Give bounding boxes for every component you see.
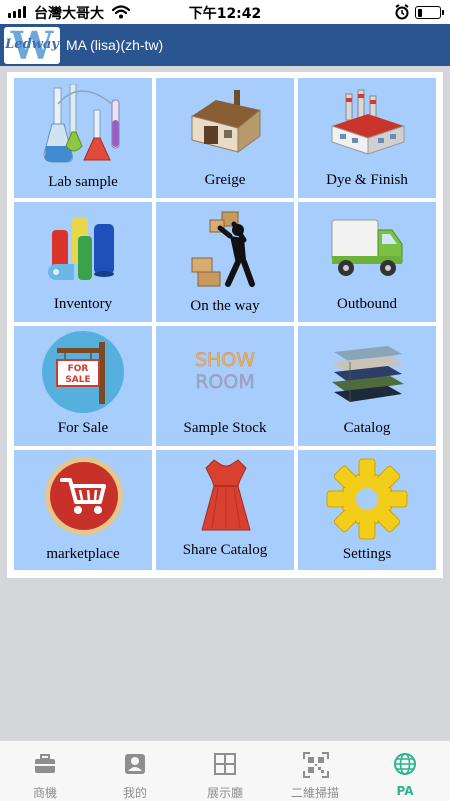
tile-label: For Sale bbox=[57, 420, 109, 436]
tile-settings[interactable]: Settings bbox=[298, 450, 436, 570]
tile-share-catalog[interactable]: Share Catalog bbox=[156, 450, 294, 570]
warehouse-icon bbox=[191, 90, 261, 153]
tile-label: On the way bbox=[190, 298, 260, 314]
tile-sample-stock[interactable]: SHOW ROOM Sample Stock bbox=[156, 326, 294, 446]
svg-text:SHOW: SHOW bbox=[195, 349, 255, 371]
tile-label: Catalog bbox=[343, 420, 391, 436]
tile-outbound[interactable]: Outbound bbox=[298, 202, 436, 322]
tile-marketplace[interactable]: marketplace bbox=[14, 450, 152, 570]
tile-label: Inventory bbox=[53, 296, 113, 312]
truck-icon bbox=[331, 219, 403, 276]
clock: 下午12:42 bbox=[188, 6, 262, 22]
profile-icon bbox=[125, 754, 145, 774]
briefcase-icon bbox=[35, 754, 55, 773]
tab-pa[interactable]: PA bbox=[360, 741, 450, 801]
tab-showroom[interactable]: 展示廳 bbox=[180, 741, 270, 801]
tile-label: Greige bbox=[204, 172, 246, 188]
gear-icon bbox=[326, 458, 408, 540]
tile-on-the-way[interactable]: On the way bbox=[156, 202, 294, 322]
svg-text:ROOM: ROOM bbox=[195, 371, 255, 393]
tab-label: 展示廳 bbox=[206, 786, 243, 800]
shopping-cart-icon bbox=[45, 457, 123, 535]
tab-label: 商機 bbox=[32, 786, 57, 800]
svg-text:FOR: FOR bbox=[68, 364, 89, 374]
tab-label: 我的 bbox=[122, 786, 147, 800]
app-header: MA (lisa)(zh-tw) bbox=[0, 24, 450, 66]
tile-label: Outbound bbox=[337, 296, 397, 312]
battery-icon bbox=[415, 6, 444, 19]
tab-label: 二維掃描 bbox=[290, 786, 339, 800]
tab-label: PA bbox=[396, 784, 414, 798]
tile-label: Lab sample bbox=[48, 174, 118, 190]
lab-flasks-icon bbox=[43, 84, 120, 163]
tile-lab-sample[interactable]: Lab sample bbox=[14, 78, 152, 198]
tile-label: Settings bbox=[342, 546, 392, 562]
tile-label: Dye & Finish bbox=[326, 172, 408, 188]
dress-icon bbox=[201, 459, 251, 531]
tile-greige[interactable]: Greige bbox=[156, 78, 294, 198]
qr-code-icon bbox=[303, 752, 329, 778]
account-title: MA (lisa)(zh-tw) bbox=[66, 37, 164, 53]
for-sale-sign-icon: FOR SALE bbox=[42, 331, 124, 413]
fabric-stack-icon bbox=[332, 346, 404, 402]
tab-qr-scan[interactable]: 二維掃描 bbox=[270, 741, 360, 801]
factory-icon bbox=[331, 89, 405, 155]
tile-catalog[interactable]: Catalog bbox=[298, 326, 436, 446]
showroom-icon: SHOW ROOM bbox=[195, 349, 256, 393]
bottom-tab-bar: 商機 我的 展示廳 二維掃描 PA bbox=[0, 740, 450, 801]
tile-label: marketplace bbox=[46, 546, 120, 562]
menu-grid: Lab sample Greige Dye & Finish Inventory… bbox=[14, 78, 436, 570]
tile-dye-finish[interactable]: Dye & Finish bbox=[298, 78, 436, 198]
tile-label: Share Catalog bbox=[182, 542, 268, 558]
tile-for-sale[interactable]: FOR SALE For Sale bbox=[14, 326, 152, 446]
menu-panel: Lab sample Greige Dye & Finish Inventory… bbox=[7, 72, 443, 578]
ledway-logo: W Ledway bbox=[4, 27, 60, 64]
grid-icon bbox=[214, 753, 236, 775]
svg-text:SALE: SALE bbox=[65, 375, 90, 385]
status-bar: 台灣大哥大 下午12:42 bbox=[0, 0, 450, 24]
tile-label: Sample Stock bbox=[183, 420, 267, 436]
alarm-icon bbox=[395, 4, 409, 20]
tab-opportunities[interactable]: 商機 bbox=[0, 741, 90, 801]
tile-inventory[interactable]: Inventory bbox=[14, 202, 152, 322]
tab-mine[interactable]: 我的 bbox=[90, 741, 180, 801]
fabric-rolls-icon bbox=[48, 218, 114, 280]
globe-icon bbox=[394, 753, 416, 775]
porter-carrying-boxes-icon bbox=[191, 211, 255, 287]
